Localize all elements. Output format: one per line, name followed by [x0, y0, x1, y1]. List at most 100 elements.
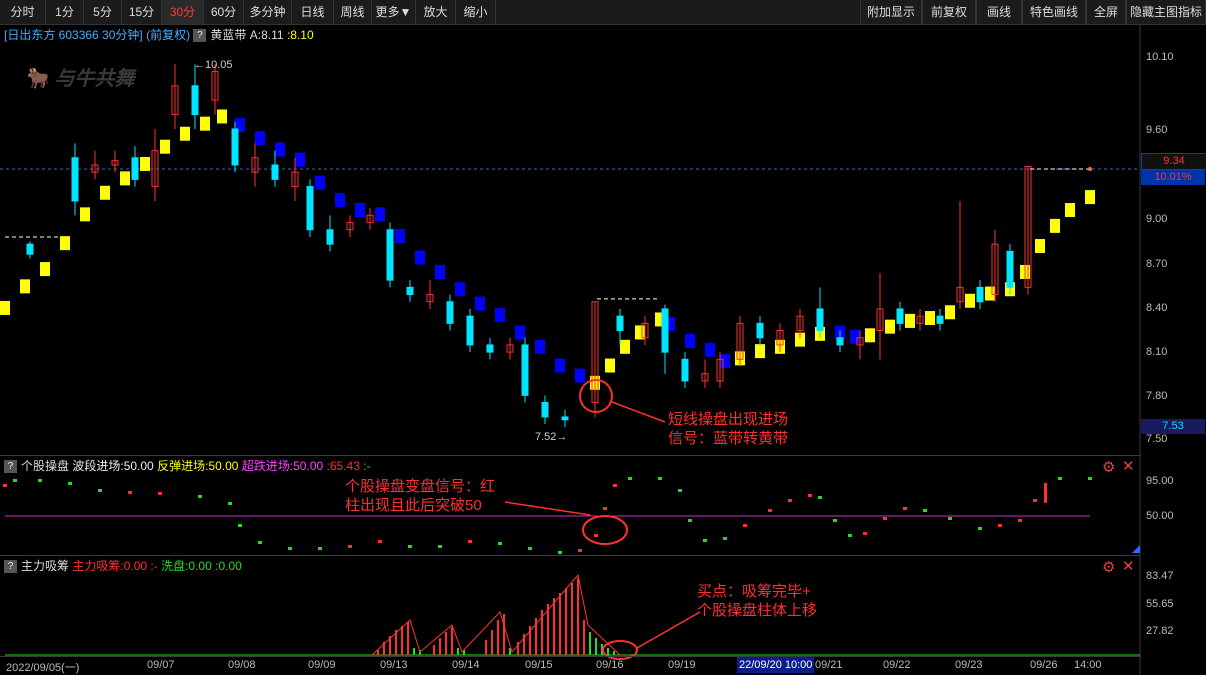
high-price-label: ←10.05 [194, 59, 233, 71]
panel2-axis-label: 50.00 [1146, 510, 1174, 522]
candle-body [661, 308, 669, 353]
candle-body [561, 416, 569, 421]
osc-dot [238, 524, 242, 527]
candle-body [131, 157, 139, 180]
osc-dot [408, 545, 412, 548]
band-block [100, 185, 110, 200]
osc-dot [848, 534, 852, 537]
gear-icon[interactable]: ⚙ [1102, 558, 1115, 576]
band-block [925, 311, 935, 326]
panel3-title: 主力吸筹 [21, 559, 70, 573]
help-icon[interactable]: ? [4, 460, 17, 474]
candle-body [406, 286, 414, 296]
osc-dot [818, 496, 822, 499]
panel2-value-1: 波段进场:50.00 [72, 459, 154, 473]
band-block [495, 308, 505, 323]
time-axis-label: 09/14 [452, 659, 480, 671]
candle-body [936, 315, 944, 324]
gear-icon[interactable]: ⚙ [1102, 458, 1115, 476]
cursor-time-label: 22/09/20 10:00 [737, 657, 815, 673]
candle-body [896, 308, 904, 324]
osc-dot [528, 547, 532, 550]
osc-dot [998, 524, 1002, 527]
annotation-pointer [611, 401, 666, 423]
candle-body [541, 402, 549, 418]
candle-body [326, 229, 334, 245]
accum-envelope [371, 573, 621, 656]
osc-dot [288, 547, 292, 550]
candle-body [71, 157, 79, 202]
osc-dot [3, 484, 7, 487]
time-axis-label: 09/21 [815, 659, 843, 671]
price-dot [1088, 167, 1092, 171]
osc-dot [1058, 477, 1062, 480]
candle-body [681, 358, 689, 382]
band-block [120, 171, 130, 186]
osc-dot [378, 540, 382, 543]
close-icon[interactable]: ✕ [1122, 457, 1135, 475]
osc-dot [318, 547, 322, 550]
osc-dot [13, 479, 17, 482]
osc-dot [438, 545, 442, 548]
band-block [905, 313, 915, 328]
band-block [685, 334, 695, 349]
osc-dot [833, 519, 837, 522]
x-axis-line [0, 656, 1140, 657]
low-price-tag: 7.53 [1141, 419, 1205, 434]
band-block [515, 325, 525, 340]
osc-dot [903, 507, 907, 510]
band-block [255, 131, 265, 146]
band-block [850, 329, 860, 344]
band-block [555, 358, 565, 373]
time-axis-label: 09/15 [525, 659, 553, 671]
band-block [20, 279, 30, 294]
osc-dot [198, 495, 202, 498]
panel3-axis-label: 83.47 [1146, 570, 1174, 582]
panel2-axis-label: 95.00 [1146, 475, 1174, 487]
price-axis-label: 9.60 [1146, 124, 1168, 136]
panel2-header: ? 个股操盘 波段进场:50.00 反弹进场:50.00 超跌进场:50.00 :… [4, 457, 371, 475]
time-axis-label: 14:00 [1074, 659, 1102, 671]
candle-body [26, 243, 34, 255]
panel3-value-1: 主力吸筹:0.00 [72, 559, 148, 573]
band-block [705, 342, 715, 357]
panel2-annotation: 个股操盘变盘信号：红 柱出现且此后突破50 [345, 478, 496, 514]
price-axis-label: 10.10 [1146, 51, 1174, 63]
band-block [605, 358, 615, 373]
band-block [217, 109, 227, 124]
time-axis-label: 09/22 [883, 659, 911, 671]
time-axis-label: 09/08 [228, 659, 256, 671]
panel3-value-2: :- [150, 559, 158, 573]
candle-body [1006, 250, 1014, 288]
band-block [315, 175, 325, 190]
osc-dot [1088, 477, 1092, 480]
band-block [575, 368, 585, 383]
osc-dot [923, 509, 927, 512]
close-icon[interactable]: ✕ [1122, 557, 1135, 575]
band-block [535, 339, 545, 354]
band-block [620, 339, 630, 354]
price-axis-label: 8.10 [1146, 346, 1168, 358]
main-annotation: 短线操盘出现进场 信号：蓝带转黄带 [668, 411, 789, 447]
osc-dot [348, 545, 352, 548]
panel2-title: 个股操盘 [21, 459, 70, 473]
candle-body [466, 315, 474, 346]
candle-body [616, 315, 624, 332]
band-block [455, 282, 465, 297]
last-price-tag: 9.34 [1141, 153, 1206, 170]
band-block [985, 286, 995, 301]
band-block [1035, 239, 1045, 254]
band-block [160, 139, 170, 154]
osc-dot [808, 494, 812, 497]
annotation-pointer [504, 501, 591, 516]
band-block [395, 228, 405, 243]
osc-bar [1044, 483, 1047, 503]
price-axis-label: 8.40 [1146, 302, 1168, 314]
panel-divider [0, 455, 1140, 456]
help-icon[interactable]: ? [4, 560, 17, 574]
candle-body [836, 337, 844, 346]
band-block [375, 207, 385, 222]
corner-marker [1132, 545, 1140, 553]
annotation-circle [582, 515, 628, 545]
band-block [475, 296, 485, 311]
